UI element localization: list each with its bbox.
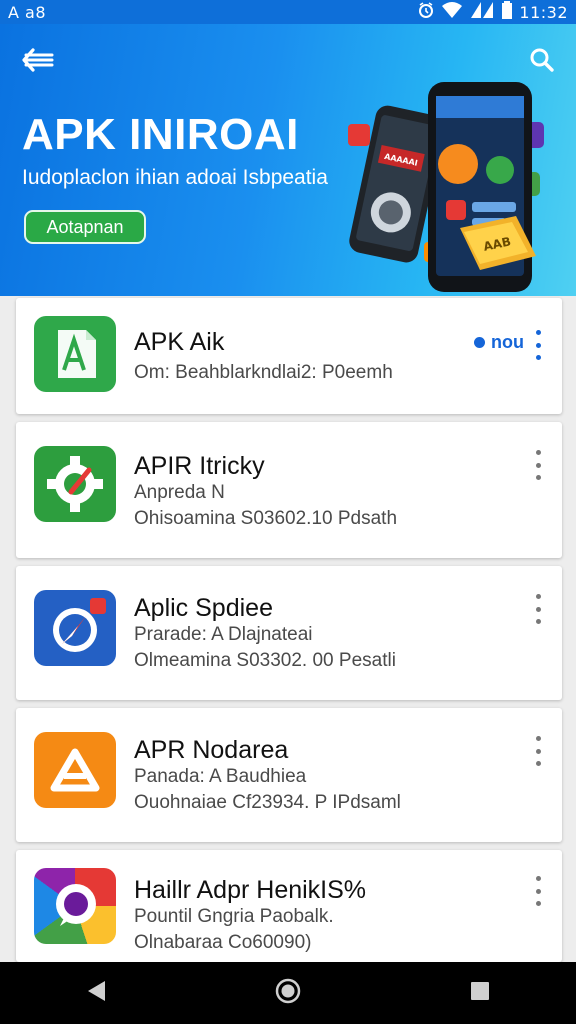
app-card[interactable]: Haillr Adpr HenikIS% Pountil Gngria Paob… — [16, 850, 562, 962]
nav-recents-button[interactable] — [450, 973, 510, 1013]
app-name: APIR Itricky — [134, 452, 265, 480]
kebab-dot — [535, 888, 541, 894]
kebab-dot — [535, 761, 541, 766]
more-options-button[interactable] — [530, 450, 546, 480]
new-badge-label: nou — [491, 332, 524, 352]
more-options-button[interactable] — [530, 736, 546, 766]
app-name: Aplic Spdiee — [134, 594, 273, 622]
phones-illustration: AAAAAI AAB — [348, 82, 544, 292]
app-details: Olmeamina S03302. 00 Pesatli — [134, 650, 396, 671]
app-details: Om: Beahblarkndlai2: P0eemh — [134, 362, 393, 383]
more-options-button[interactable] — [530, 876, 546, 906]
more-options-button[interactable] — [530, 594, 546, 624]
banner-title: APK INIROAI — [22, 110, 299, 159]
banner-cta-button[interactable]: Aotapnan — [24, 210, 146, 244]
orange-triangle-app-icon — [34, 732, 116, 808]
status-time: 11:32 — [519, 2, 568, 22]
app-card[interactable]: APK Aik Om: Beahblarkndlai2: P0eemh nou — [16, 298, 562, 414]
status-left-text: A a8 — [8, 2, 47, 22]
new-badge: nou — [474, 332, 524, 353]
alarm-icon — [417, 1, 435, 23]
green-gear-app-icon — [34, 446, 116, 522]
back-triangle-icon — [85, 979, 107, 1008]
kebab-dot — [535, 736, 541, 741]
app-developer: Panada: A Baudhiea — [134, 766, 307, 787]
banner-subtitle: Iudoplaclon ihian adoai Isbpeatia — [22, 166, 328, 189]
app-card[interactable]: Aplic Spdiee Prarade: A Dlajnateai Olmea… — [16, 566, 562, 700]
status-icons: 11:32 — [417, 1, 568, 23]
app-details: Ohisoamina S03602.10 Pdsath — [134, 508, 398, 529]
multicolor-chat-app-icon — [34, 868, 116, 944]
app-developer: Prarade: A Dlajnateai — [134, 624, 313, 645]
kebab-dot — [535, 606, 541, 612]
wifi-icon — [441, 1, 463, 23]
app-card[interactable]: APIR Itricky Anpreda N Ohisoamina S03602… — [16, 422, 562, 558]
app-card[interactable]: APR Nodarea Panada: A Baudhiea Ouohnaiae… — [16, 708, 562, 842]
app-developer: Anpreda N — [134, 482, 225, 503]
home-circle-icon — [274, 977, 302, 1010]
app-name: Haillr Adpr HenikIS% — [134, 876, 367, 904]
app-details: Olnabaraa Co60090) — [134, 932, 312, 953]
back-arrow-icon — [21, 47, 55, 78]
new-dot-icon — [474, 337, 485, 348]
kebab-dot — [535, 462, 541, 468]
kebab-dot — [535, 355, 541, 360]
promo-banner: APK INIROAI Iudoplaclon ihian adoai Isbp… — [0, 24, 576, 296]
nav-home-button[interactable] — [258, 973, 318, 1013]
app-developer: Pountil Gngria Paobalk. — [134, 906, 334, 927]
kebab-dot — [535, 876, 541, 881]
kebab-dot — [535, 748, 541, 754]
more-options-button[interactable] — [530, 330, 546, 360]
kebab-dot — [535, 475, 541, 480]
kebab-dot — [535, 619, 541, 624]
recents-square-icon — [469, 980, 491, 1007]
kebab-dot — [535, 594, 541, 599]
system-nav-bar — [0, 962, 576, 1024]
signal-icon — [469, 1, 495, 23]
kebab-dot — [535, 330, 541, 335]
blue-compass-app-icon — [34, 590, 116, 666]
nav-back-button[interactable] — [66, 973, 126, 1013]
back-button[interactable] — [20, 47, 56, 78]
kebab-dot — [535, 450, 541, 455]
green-document-app-icon — [34, 316, 116, 392]
battery-icon — [501, 1, 513, 23]
status-bar: A a8 11:32 — [0, 0, 576, 24]
app-name: APR Nodarea — [134, 736, 289, 764]
kebab-dot — [535, 901, 541, 906]
app-name: APK Aik — [134, 328, 225, 356]
app-details: Ouohnaiae Cf23934. P IPdsaml — [134, 792, 401, 813]
kebab-dot — [535, 342, 541, 348]
